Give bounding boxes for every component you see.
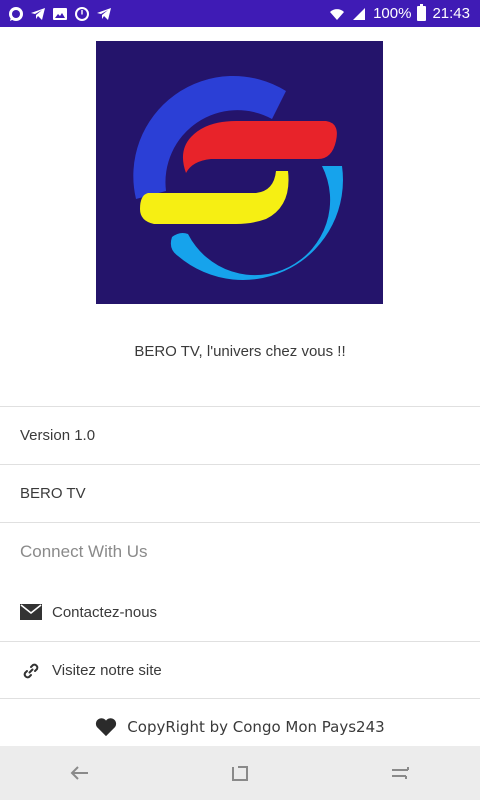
contact-row[interactable]: Contactez-nous xyxy=(0,583,480,641)
telegram-icon xyxy=(96,6,112,22)
signal-icon xyxy=(351,6,367,22)
connect-section-title: Connect With Us xyxy=(0,522,480,580)
connect-title: Connect With Us xyxy=(20,541,148,561)
clock-icon xyxy=(74,6,90,22)
clock-time: 21:43 xyxy=(432,5,470,22)
mail-icon xyxy=(20,603,42,621)
telegram-icon xyxy=(30,6,46,22)
link-icon xyxy=(20,662,42,680)
back-icon xyxy=(70,766,88,780)
app-name-label: BERO TV xyxy=(20,485,86,502)
app-logo xyxy=(96,41,383,304)
heart-icon xyxy=(95,717,117,737)
battery-icon xyxy=(417,4,427,21)
copyright-text: CopyRight by Congo Mon Pays243 xyxy=(127,718,385,736)
version-row[interactable]: Version 1.0 xyxy=(0,406,480,464)
app-name-row[interactable]: BERO TV xyxy=(0,464,480,522)
back-button[interactable] xyxy=(60,753,100,793)
wifi-icon xyxy=(329,6,345,22)
navigation-bar xyxy=(0,746,480,800)
version-label: Version 1.0 xyxy=(20,427,96,444)
whatsapp-icon xyxy=(8,6,24,22)
notification-icons xyxy=(8,6,112,22)
recents-icon xyxy=(232,766,248,781)
battery-percent: 100% xyxy=(373,5,412,22)
home-icon xyxy=(392,767,409,779)
logo-red-bar xyxy=(182,121,337,173)
divider xyxy=(0,698,480,699)
image-icon xyxy=(52,6,68,22)
footer: CopyRight by Congo Mon Pays243 xyxy=(0,712,480,742)
contact-label: Contactez-nous xyxy=(52,603,158,621)
app-tagline: BERO TV, l'univers chez vous !! xyxy=(134,343,346,360)
status-bar: 100% 21:43 xyxy=(0,0,480,27)
website-row[interactable]: Visitez notre site xyxy=(0,641,480,699)
site-label: Visitez notre site xyxy=(52,662,162,679)
home-button[interactable] xyxy=(380,753,420,793)
system-icons: 100% 21:43 xyxy=(329,4,470,22)
recents-button[interactable] xyxy=(220,753,260,793)
